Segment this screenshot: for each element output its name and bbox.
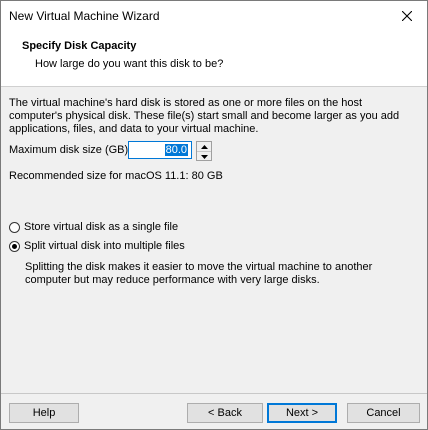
page-title: Specify Disk Capacity	[22, 40, 137, 52]
title-bar: New Virtual Machine Wizard	[1, 1, 427, 31]
disk-description: The virtual machine's hard disk is store…	[9, 97, 400, 135]
window-title: New Virtual Machine Wizard	[9, 9, 160, 23]
spin-down-button[interactable]	[197, 151, 211, 161]
wizard-header: Specify Disk Capacity How large do you w…	[1, 31, 427, 87]
next-button-label: Next >	[285, 407, 319, 419]
footer-divider	[1, 393, 427, 394]
spin-down-icon	[200, 154, 208, 159]
back-button[interactable]: < Back	[187, 403, 263, 423]
split-description: Splitting the disk makes it easier to mo…	[25, 261, 373, 286]
spin-up-icon	[200, 144, 208, 149]
wizard-window: New Virtual Machine Wizard Specify Disk …	[0, 0, 428, 430]
recommended-size: Recommended size for macOS 11.1: 80 GB	[9, 170, 223, 182]
single-file-radio[interactable]	[9, 221, 20, 233]
single-file-option[interactable]: Store virtual disk as a single file	[9, 221, 178, 233]
disk-size-value: 80.0	[164, 144, 188, 156]
single-file-label: Store virtual disk as a single file	[24, 221, 179, 233]
disk-size-spinner	[196, 141, 212, 161]
cancel-button-label: Cancel	[366, 407, 401, 419]
help-button-label: Help	[32, 407, 56, 419]
split-files-label: Split virtual disk into multiple files	[24, 240, 185, 252]
next-button[interactable]: Next >	[267, 403, 337, 423]
help-button[interactable]: Help	[9, 403, 79, 423]
disk-size-input[interactable]: 80.0	[128, 141, 192, 159]
close-icon	[402, 11, 412, 21]
spin-up-button[interactable]	[197, 142, 211, 151]
close-button[interactable]	[387, 1, 427, 31]
page-subtitle: How large do you want this disk to be?	[35, 58, 224, 70]
back-button-label: < Back	[208, 407, 242, 419]
split-files-option[interactable]: Split virtual disk into multiple files	[9, 240, 185, 252]
disk-size-label: Maximum disk size (GB):	[9, 144, 132, 156]
cancel-button[interactable]: Cancel	[347, 403, 420, 423]
split-files-radio[interactable]	[9, 240, 20, 252]
